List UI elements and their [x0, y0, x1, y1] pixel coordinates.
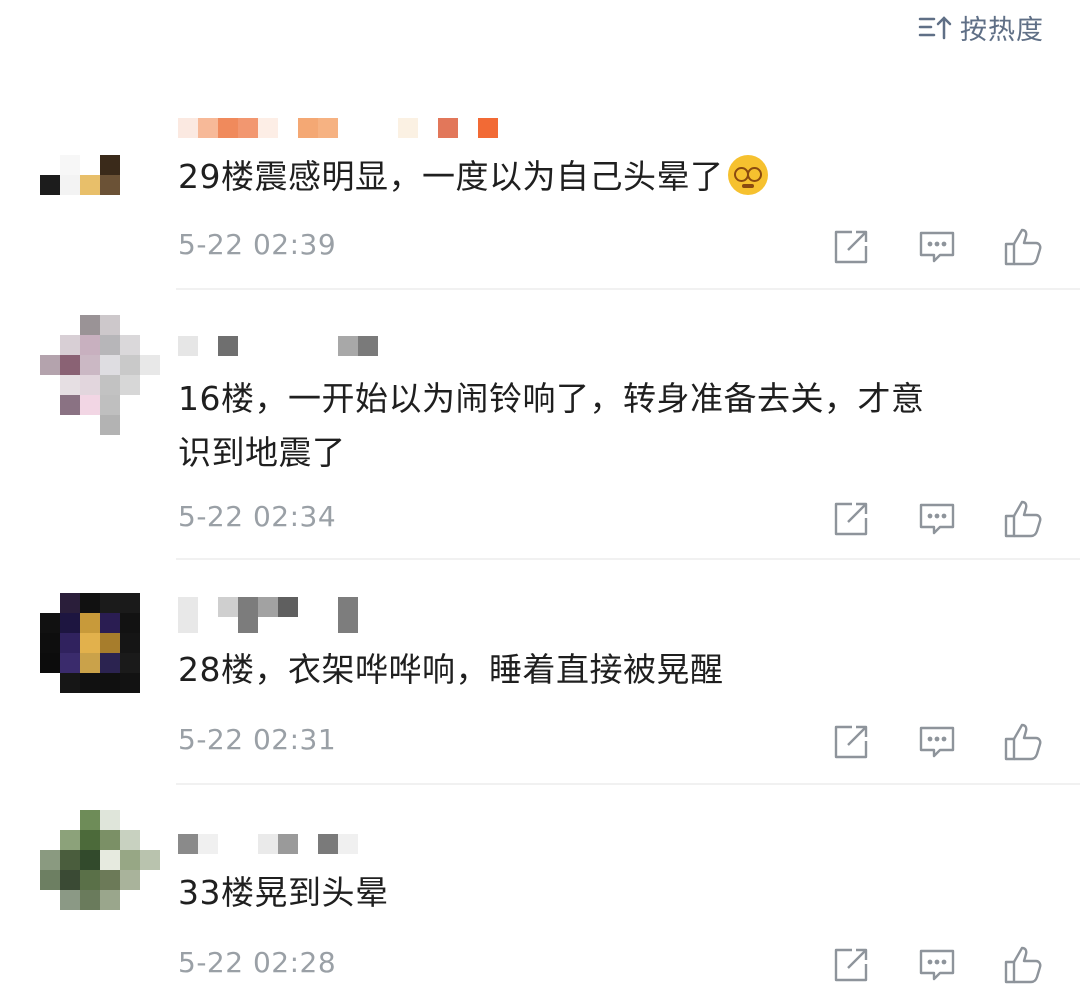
share-icon [834, 725, 868, 759]
share-icon [834, 230, 868, 264]
share-button[interactable] [830, 721, 872, 763]
like-button[interactable] [1002, 944, 1044, 986]
avatar[interactable] [40, 115, 160, 235]
like-button[interactable] [1002, 721, 1044, 763]
username-pixelated[interactable] [178, 595, 358, 633]
like-icon [1004, 946, 1042, 984]
comment-actions [830, 721, 1044, 763]
share-button[interactable] [830, 944, 872, 986]
sort-label: 按热度 [960, 15, 1044, 46]
avatar[interactable] [40, 593, 160, 713]
comment-icon [919, 503, 955, 535]
like-icon [1004, 228, 1042, 266]
comment-text: 29楼震感明显，一度以为自己头晕了 [178, 150, 1048, 204]
divider [176, 558, 1080, 560]
avatar[interactable] [40, 315, 160, 435]
username-pixelated[interactable] [178, 116, 498, 140]
comment-time: 5-22 02:28 [178, 946, 337, 979]
sort-icon [918, 15, 952, 39]
comment-text: 16楼，一开始以为闹铃响了，转身准备去关，才意 识到地震了 [178, 379, 925, 472]
comment-time: 5-22 02:34 [178, 500, 337, 533]
share-icon [834, 502, 868, 536]
reply-button[interactable] [916, 721, 958, 763]
avatar[interactable] [40, 810, 160, 930]
reply-button[interactable] [916, 226, 958, 268]
reply-button[interactable] [916, 944, 958, 986]
username-pixelated[interactable] [178, 334, 378, 358]
dizzy-face-emoji [727, 155, 768, 195]
username-pixelated[interactable] [178, 832, 378, 856]
like-button[interactable] [1002, 226, 1044, 268]
comment-icon [919, 231, 955, 263]
comment-time: 5-22 02:31 [178, 723, 337, 756]
share-button[interactable] [830, 226, 872, 268]
like-button[interactable] [1002, 498, 1044, 540]
comment-actions [830, 226, 1044, 268]
divider [176, 288, 1080, 290]
sort-bar: 按热度 [0, 0, 1080, 50]
like-icon [1004, 723, 1042, 761]
like-icon [1004, 500, 1042, 538]
reply-button[interactable] [916, 498, 958, 540]
comment-time: 5-22 02:39 [178, 228, 337, 261]
share-button[interactable] [830, 498, 872, 540]
comment-icon [919, 949, 955, 981]
comment-actions [830, 498, 1044, 540]
sort-by-hot-button[interactable]: 按热度 [918, 8, 1044, 47]
share-icon [834, 948, 868, 982]
divider [176, 783, 1080, 785]
comment-actions [830, 944, 1044, 986]
comment-icon [919, 726, 955, 758]
comment-text: 33楼晃到头晕 [178, 873, 389, 912]
comment-text: 28楼，衣架哗哗响，睡着直接被晃醒 [178, 650, 724, 689]
